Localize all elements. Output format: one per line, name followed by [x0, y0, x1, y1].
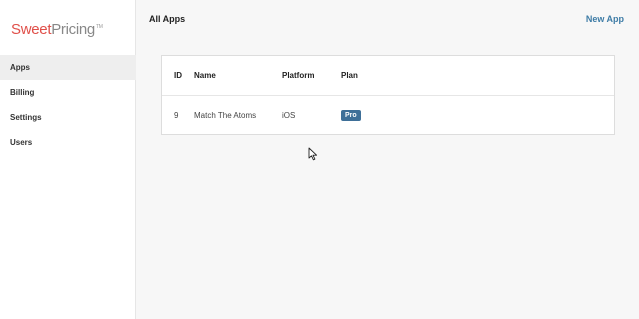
sidebar-nav: Apps Billing Settings Users [0, 55, 136, 155]
cell-id: 9 [174, 110, 179, 120]
table-row[interactable]: 9 Match The Atoms iOS Pro [162, 95, 614, 135]
column-header-name: Name [194, 56, 282, 96]
plan-badge: Pro [341, 109, 361, 121]
cell-name[interactable]: Match The Atoms [194, 95, 282, 135]
sweetpricing-logo[interactable]: SweetPricingTM [11, 21, 103, 38]
sidebar-item-users[interactable]: Users [0, 130, 136, 155]
sidebar-item-settings[interactable]: Settings [0, 105, 136, 130]
logo-trademark: TM [95, 24, 103, 30]
sidebar-item-billing[interactable]: Billing [0, 80, 136, 105]
apps-table: ID Name Platform Plan 9 Match The Atoms … [162, 56, 614, 135]
column-header-plan: Plan [341, 56, 614, 96]
sidebar-item-apps[interactable]: Apps [0, 55, 136, 80]
new-app-link[interactable]: New App [586, 14, 624, 24]
sidebar: SweetPricingTM Apps Billing Settings Use… [0, 0, 136, 319]
column-header-id: ID [162, 56, 194, 96]
logo-text-sweet: Sweet [11, 21, 52, 38]
cell-platform: iOS [282, 110, 296, 120]
apps-table-card: ID Name Platform Plan 9 Match The Atoms … [161, 55, 615, 135]
cell-plan: Pro [341, 95, 614, 135]
column-header-platform: Platform [282, 56, 341, 96]
page-title: All Apps [149, 14, 186, 24]
logo-text-pricing: Pricing [51, 21, 95, 38]
mouse-cursor-icon [308, 147, 318, 161]
table-header-row: ID Name Platform Plan [162, 56, 614, 96]
